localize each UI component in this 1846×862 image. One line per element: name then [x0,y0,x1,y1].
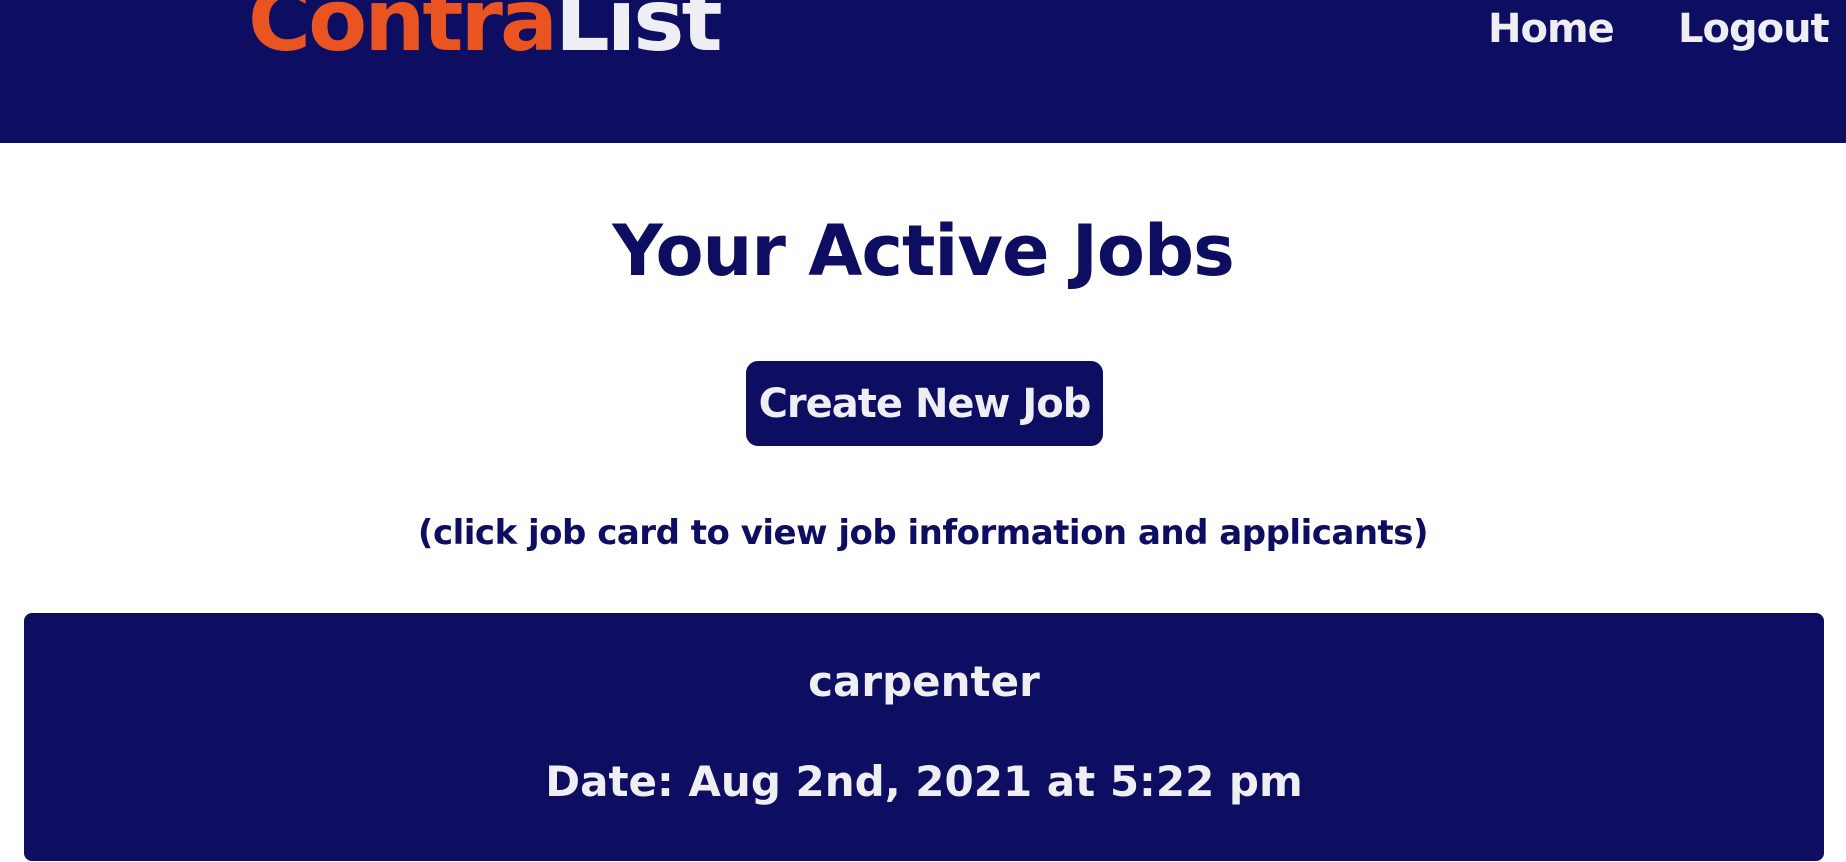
main-content: Your Active Jobs Create New Job (click j… [0,143,1846,862]
logo-contra: Contra [248,0,558,71]
navbar: ContraList Home Logout [0,0,1846,143]
job-card-date: Date: Aug 2nd, 2021 at 5:22 pm [545,757,1303,806]
job-card[interactable]: carpenter Date: Aug 2nd, 2021 at 5:22 pm [24,613,1824,861]
create-new-job-button[interactable]: Create New Job [746,361,1103,446]
logo[interactable]: ContraList [248,0,723,64]
nav-home-link[interactable]: Home [1488,6,1615,52]
logo-list: List [554,0,723,71]
job-card-hint: (click job card to view job information … [417,513,1429,553]
page-title: Your Active Jobs [612,210,1235,292]
nav-logout-link[interactable]: Logout [1678,6,1830,52]
job-card-title: carpenter [808,657,1040,706]
